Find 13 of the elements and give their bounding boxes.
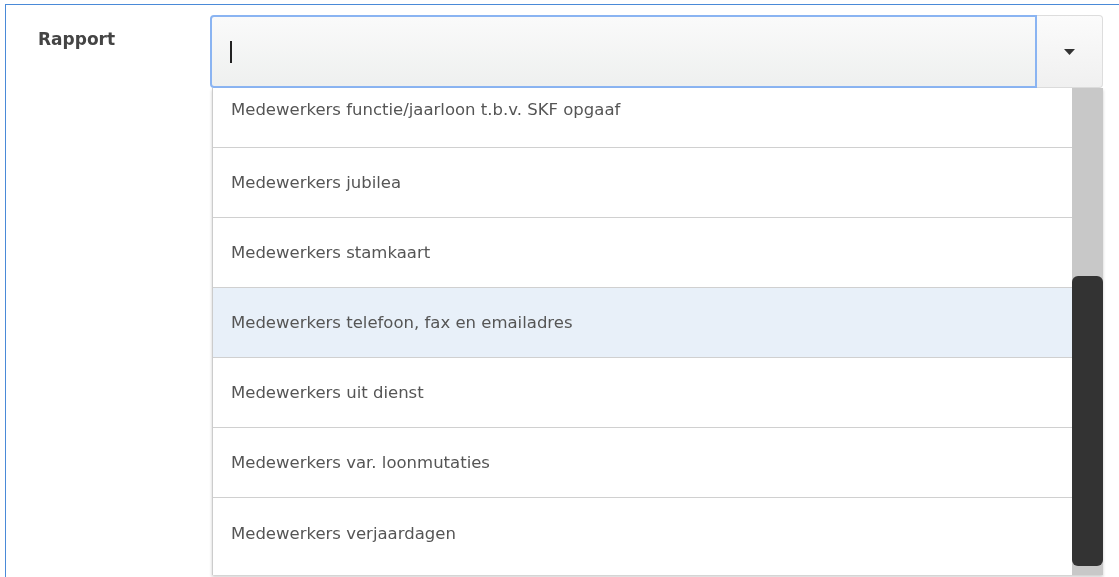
dropdown-option[interactable]: Medewerkers stamkaart <box>213 218 1072 288</box>
dropdown-option[interactable]: Medewerkers var. loonmutaties <box>213 428 1072 498</box>
dropdown-option[interactable]: Medewerkers telefoon, fax en emailadres <box>213 288 1072 358</box>
dropdown-option[interactable]: Medewerkers jubilea <box>213 148 1072 218</box>
caret-icon <box>1064 48 1075 55</box>
dropdown-option[interactable]: Medewerkers functie/jaarloon t.b.v. SKF opgaaf <box>213 88 1072 148</box>
dropdown-option[interactable]: Medewerkers uit dienst <box>213 358 1072 428</box>
text-cursor <box>230 40 232 63</box>
field-label: Rapport <box>38 28 117 51</box>
scrollbar-thumb[interactable] <box>1072 276 1103 566</box>
dropdown-toggle[interactable] <box>1037 15 1103 88</box>
scrollbar-track[interactable] <box>1072 88 1103 575</box>
report-input-field[interactable] <box>210 15 1037 88</box>
